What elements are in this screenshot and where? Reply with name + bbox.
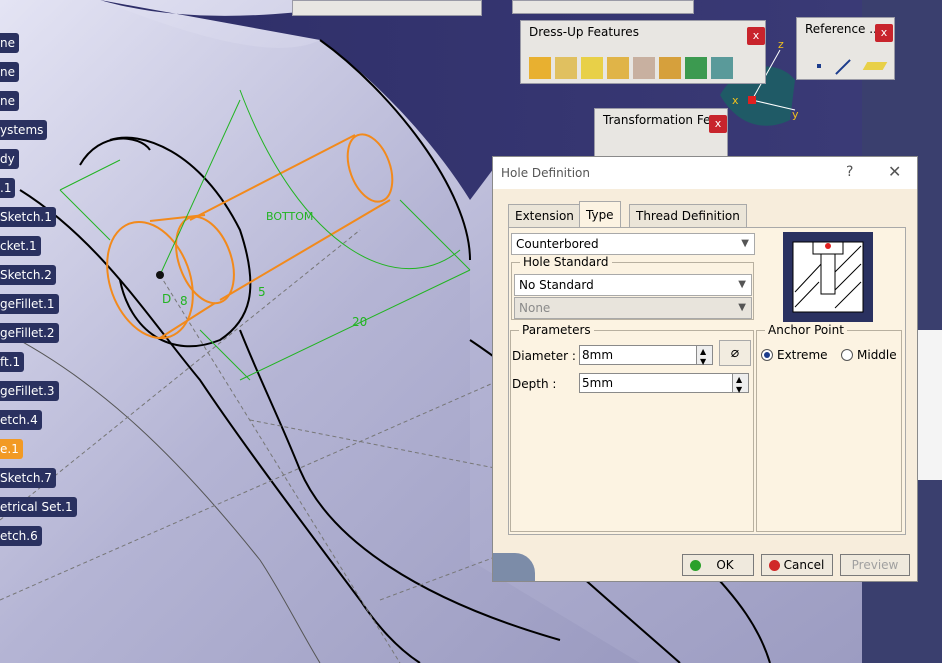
thickness-icon[interactable] <box>633 57 655 79</box>
diameter-symbol-icon[interactable]: ⌀ <box>719 340 751 366</box>
reference-title: Reference ... <box>805 22 881 36</box>
anchor-point-label: Anchor Point <box>765 323 847 337</box>
dimension-5: 5 <box>258 285 266 299</box>
help-button[interactable]: ? <box>846 164 853 180</box>
standard-sub-select: None ▼ <box>514 297 752 319</box>
remove-face-icon[interactable] <box>685 57 707 79</box>
hole-definition-dialog: Hole Definition ? ✕ Extension Type Threa… <box>492 156 918 582</box>
dimension-8: 8 <box>180 294 188 308</box>
tree-item[interactable]: ne <box>0 33 19 53</box>
type-tab-panel: Counterbored ▼ Hole Standard No Standard… <box>508 227 906 535</box>
plane-icon[interactable] <box>862 62 888 70</box>
depth-field[interactable]: 5mm <box>579 371 749 399</box>
top-toolbar-right[interactable] <box>512 0 694 14</box>
tree-item[interactable]: geFillet.3 <box>0 381 59 401</box>
tree-item[interactable]: Sketch.2 <box>0 265 56 285</box>
transformation-close-button[interactable]: x <box>709 115 727 133</box>
diameter-field[interactable]: 8mm <box>579 343 713 371</box>
reference-toolbar[interactable]: Reference ... x <box>796 17 895 80</box>
chevron-down-icon: ▼ <box>738 302 746 313</box>
replace-face-icon[interactable] <box>711 57 733 79</box>
anchor-extreme-label[interactable]: Extreme <box>777 348 828 362</box>
thread-icon[interactable] <box>659 57 681 79</box>
tree-item[interactable]: .1 <box>0 178 16 198</box>
diameter-label: Diameter : <box>512 349 576 363</box>
chamfer-icon[interactable] <box>555 57 577 79</box>
hole-standard-group: Hole Standard No Standard ▼ None ▼ <box>511 255 754 320</box>
hole-standard-label: Hole Standard <box>520 255 612 269</box>
line-icon[interactable] <box>835 59 851 75</box>
hole-type-value: Counterbored <box>516 237 599 251</box>
tree-item[interactable]: ft.1 <box>0 352 25 372</box>
tree-item[interactable]: cket.1 <box>0 236 41 256</box>
shell-icon[interactable] <box>607 57 629 79</box>
dressup-close-button[interactable]: x <box>747 27 765 45</box>
diameter-value: 8mm <box>582 348 614 362</box>
point-icon[interactable] <box>817 64 821 68</box>
tree-item[interactable]: ne <box>0 91 19 111</box>
tree-item[interactable]: Sketch.7 <box>0 468 56 488</box>
draft-icon[interactable] <box>581 57 603 79</box>
transformation-features-toolbar[interactable]: Transformation Fe... x <box>594 108 728 158</box>
fillet-icon[interactable] <box>529 57 551 79</box>
standard-value: No Standard <box>519 278 594 292</box>
depth-label: Depth : <box>512 377 557 391</box>
dialog-title: Hole Definition <box>501 166 591 180</box>
dressup-features-toolbar[interactable]: Dress-Up Features x <box>520 20 766 84</box>
tree-item[interactable]: ne <box>0 62 19 82</box>
counterbore-preview-image <box>783 232 873 322</box>
tree-item[interactable]: etch.6 <box>0 526 42 546</box>
diameter-spinner[interactable] <box>696 343 712 371</box>
depth-value: 5mm <box>582 376 614 390</box>
tree-item[interactable]: Sketch.1 <box>0 207 56 227</box>
reference-close-button[interactable]: x <box>875 24 893 42</box>
tab-type[interactable]: Type <box>579 201 621 228</box>
anchor-middle-label[interactable]: Middle <box>857 348 897 362</box>
tree-item[interactable]: etrical Set.1 <box>0 497 77 517</box>
tree-item[interactable]: e.1 <box>0 439 23 459</box>
tree-item[interactable]: geFillet.1 <box>0 294 59 314</box>
dialog-titlebar[interactable]: Hole Definition ? ✕ <box>493 157 917 189</box>
transformation-title: Transformation Fe... <box>603 113 722 127</box>
top-toolbar-left[interactable] <box>292 0 482 16</box>
tree-item[interactable]: ystems <box>0 120 48 140</box>
standard-sub-value: None <box>519 301 551 315</box>
axis-z-label: z <box>778 38 784 51</box>
ok-icon <box>690 560 701 571</box>
dimension-d: D <box>162 292 171 306</box>
tab-thread-definition[interactable]: Thread Definition <box>629 204 747 228</box>
dimension-20: 20 <box>352 315 367 329</box>
chevron-down-icon: ▼ <box>741 238 749 249</box>
cancel-icon <box>769 560 780 571</box>
tree-item[interactable]: etch.4 <box>0 410 42 430</box>
chevron-down-icon: ▼ <box>738 279 746 290</box>
anchor-middle-radio[interactable] <box>841 349 853 361</box>
ok-button[interactable]: OK <box>682 554 754 576</box>
parameters-label: Parameters <box>519 323 594 337</box>
preview-button: Preview <box>840 554 910 576</box>
hole-type-select[interactable]: Counterbored ▼ <box>511 233 755 255</box>
tree-item[interactable]: dy <box>0 149 19 169</box>
anchor-point-group: Anchor Point Extreme Middle <box>756 323 902 532</box>
cancel-button[interactable]: Cancel <box>761 554 833 576</box>
axis-y-label: y <box>792 108 799 121</box>
bottom-label: BOTTOM <box>266 210 313 223</box>
catia-logo-icon <box>493 553 535 581</box>
dressup-features-title: Dress-Up Features <box>529 25 639 39</box>
depth-spinner[interactable] <box>732 371 748 399</box>
axis-x-label: x <box>732 94 739 107</box>
close-button[interactable]: ✕ <box>888 162 901 181</box>
anchor-extreme-radio[interactable] <box>761 349 773 361</box>
tree-item[interactable]: geFillet.2 <box>0 323 59 343</box>
tab-extension[interactable]: Extension <box>508 204 581 228</box>
standard-select[interactable]: No Standard ▼ <box>514 274 752 296</box>
parameters-group: Parameters Diameter : 8mm ⌀ Depth : 5mm <box>510 323 754 532</box>
